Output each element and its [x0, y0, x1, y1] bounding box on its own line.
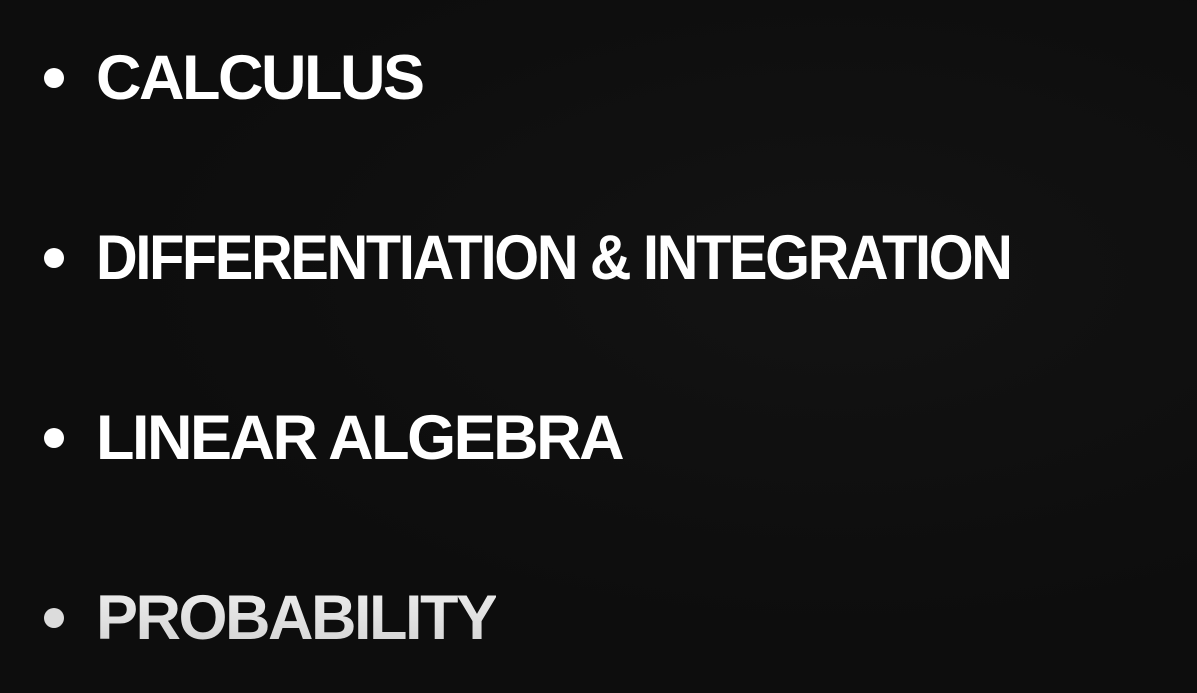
bullet-dot-icon — [44, 248, 64, 268]
topic-item-probability: PROBABILITY — [44, 573, 498, 663]
topic-label: LINEAR ALGEBRA — [96, 403, 625, 473]
bullet-dot-icon — [44, 68, 64, 88]
topic-label: DIFFERENTIATION & INTEGRATION — [96, 223, 1013, 293]
topic-item-calculus: CALCULUS — [44, 33, 425, 123]
topic-item-linear-algebra: LINEAR ALGEBRA — [44, 393, 625, 483]
topic-label: CALCULUS — [96, 43, 425, 113]
bullet-dot-icon — [44, 608, 64, 628]
topic-label: PROBABILITY — [96, 573, 498, 663]
topic-item-differentiation-integration: DIFFERENTIATION & INTEGRATION — [44, 213, 1096, 303]
topic-list: CALCULUS DIFFERENTIATION & INTEGRATION L… — [0, 0, 1197, 693]
bullet-dot-icon — [44, 428, 64, 448]
